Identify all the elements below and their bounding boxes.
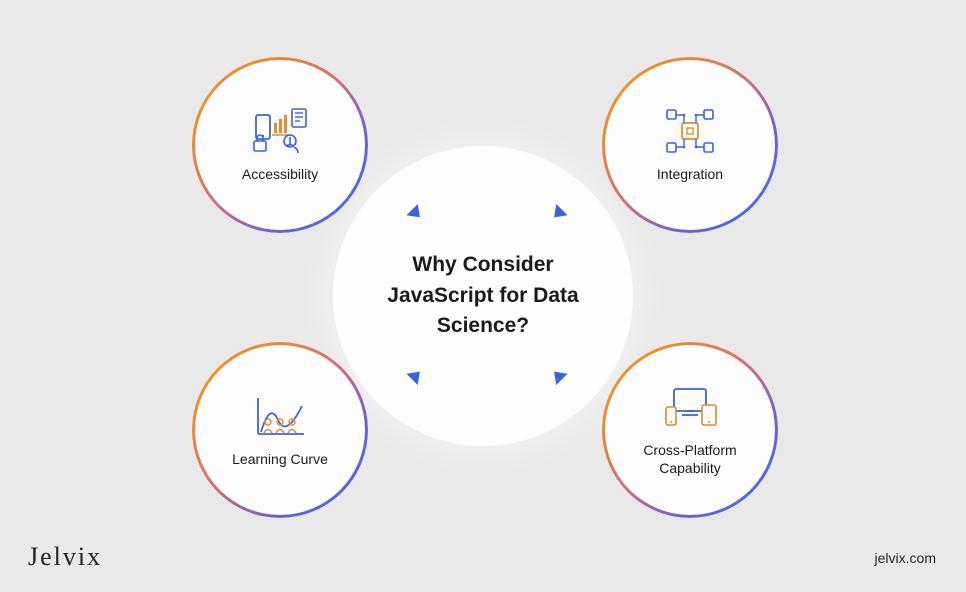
node-label-integration: Integration [643,165,737,183]
node-label-cross-platform: Cross-Platform Capability [605,441,775,477]
brand-url: jelvix.com [875,550,936,566]
center-circle: Why Consider JavaScript for Data Science… [333,146,633,446]
center-title: Why Consider JavaScript for Data Science… [373,250,593,341]
brand-logo: Jelvix [28,542,102,572]
cross-platform-icon [662,383,718,431]
integration-icon [662,107,718,155]
node-learning-curve: Learning Curve [195,345,365,515]
node-label-learning-curve: Learning Curve [218,450,342,468]
node-label-accessibility: Accessibility [228,165,332,183]
accessibility-icon [252,107,308,155]
node-accessibility: Accessibility [195,60,365,230]
node-cross-platform: Cross-Platform Capability [605,345,775,515]
node-integration: Integration [605,60,775,230]
learning-curve-icon [252,392,308,440]
